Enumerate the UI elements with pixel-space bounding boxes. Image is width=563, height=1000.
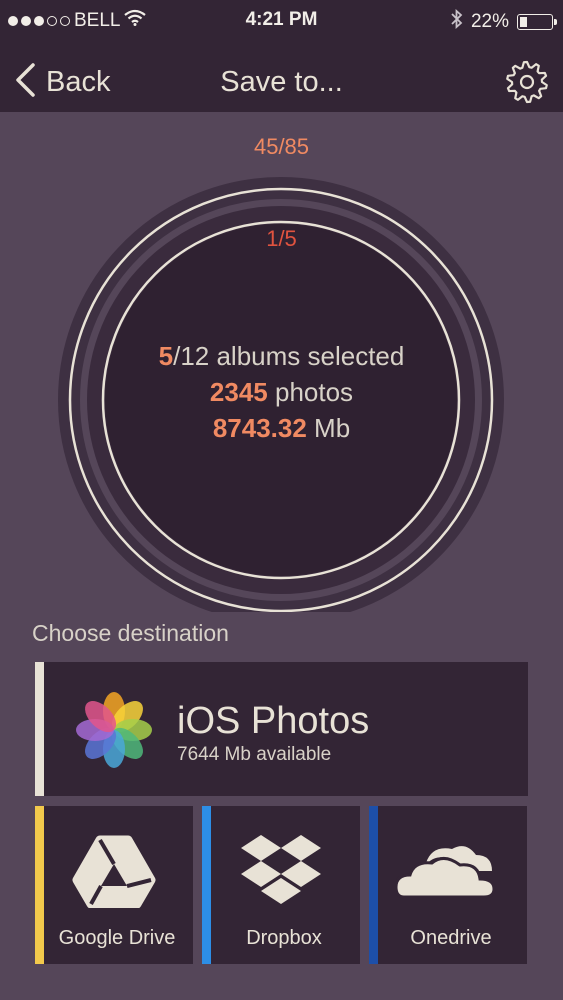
size-unit: Mb bbox=[306, 413, 351, 443]
google-drive-icon bbox=[72, 834, 156, 913]
destination-dropbox[interactable]: Dropbox bbox=[202, 806, 360, 964]
size-value: 8743.32 bbox=[212, 413, 307, 443]
albums-selected-count: 5 bbox=[158, 341, 174, 371]
gear-icon bbox=[505, 60, 549, 108]
destination-name: Dropbox bbox=[246, 927, 322, 949]
battery-icon bbox=[517, 14, 557, 30]
status-bar: BELL 4:21 PM 22% bbox=[0, 0, 563, 40]
destination-available: 7644 Mb available bbox=[177, 744, 332, 765]
progress-panel: 45/85 1/5 5/12 albums selected 2345 phot… bbox=[0, 112, 563, 612]
onedrive-icon bbox=[394, 841, 500, 906]
destination-name: Google Drive bbox=[58, 927, 176, 949]
destination-name: iOS Photos bbox=[177, 700, 370, 742]
photos-line: 2345 photos bbox=[0, 374, 563, 410]
dropbox-icon bbox=[239, 833, 323, 914]
selection-summary: 5/12 albums selected 2345 photos 8743.32… bbox=[0, 338, 563, 446]
photos-suffix: photos bbox=[267, 377, 354, 407]
battery-percent: 22% bbox=[470, 11, 509, 32]
inner-progress-label: 1/5 bbox=[266, 226, 297, 251]
navigation-bar: Back Save to... bbox=[0, 40, 563, 112]
photos-count: 2345 bbox=[209, 377, 268, 407]
accent-stripe bbox=[35, 662, 44, 796]
bluetooth-icon bbox=[451, 8, 463, 35]
size-line: 8743.32 Mb bbox=[0, 410, 563, 446]
destination-name: Onedrive bbox=[410, 927, 492, 949]
outer-progress-label: 45/85 bbox=[253, 134, 310, 159]
section-heading: Choose destination bbox=[32, 620, 229, 646]
settings-button[interactable] bbox=[505, 60, 549, 104]
albums-total-text: /12 albums selected bbox=[173, 341, 405, 371]
page-title: Save to... bbox=[220, 66, 343, 98]
destination-ios-photos[interactable]: iOS Photos 7644 Mb available bbox=[35, 662, 528, 796]
destination-google-drive[interactable]: Google Drive bbox=[35, 806, 193, 964]
albums-line: 5/12 albums selected bbox=[0, 338, 563, 374]
destination-onedrive[interactable]: Onedrive bbox=[369, 806, 527, 964]
ios-photos-icon bbox=[75, 691, 153, 774]
